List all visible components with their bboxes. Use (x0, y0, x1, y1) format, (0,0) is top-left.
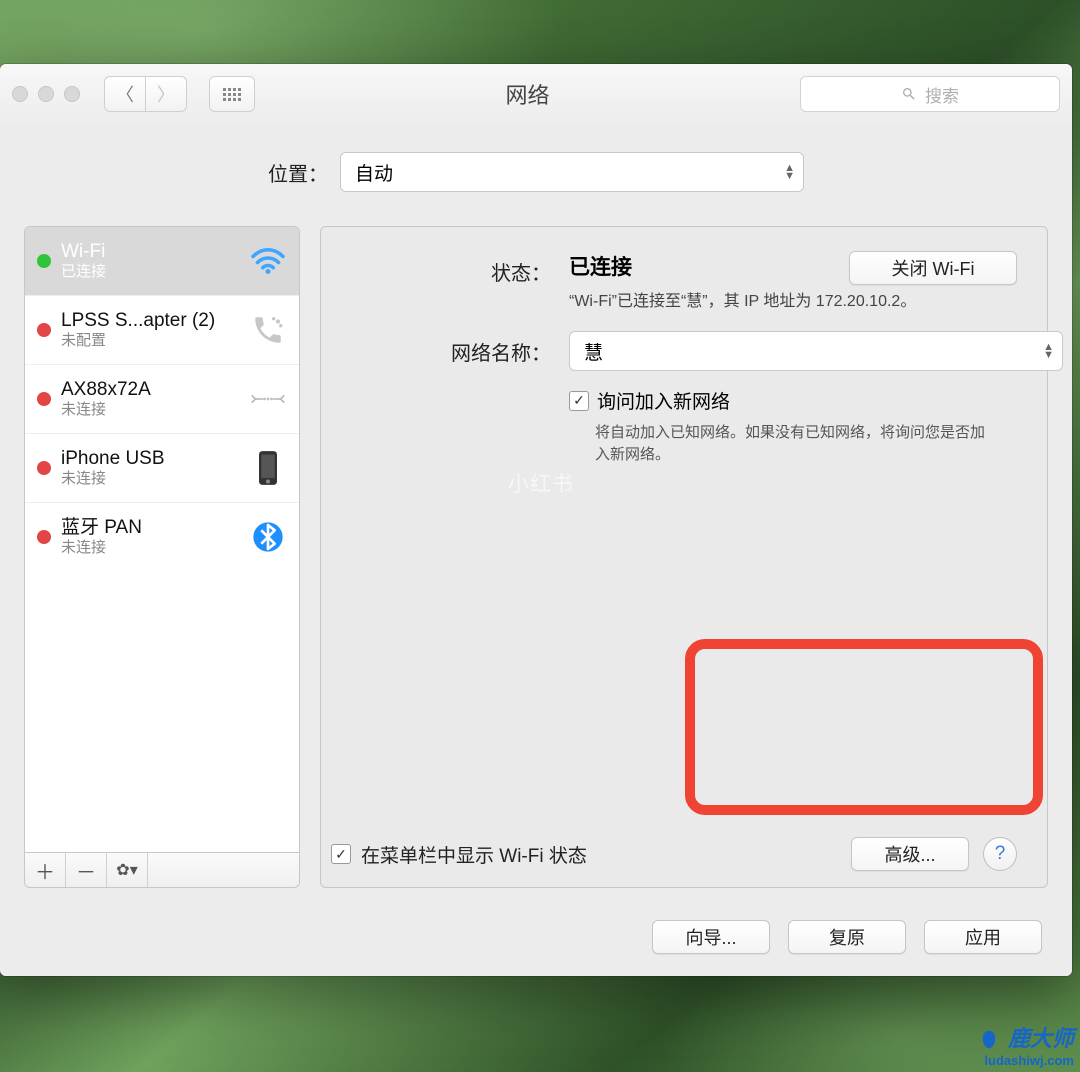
search-placeholder: 搜索 (925, 82, 959, 107)
interface-sidebar: Wi-Fi 已连接 LPSS S...apter (2) 未配置 (24, 226, 300, 888)
status-dot-error-icon (37, 392, 51, 406)
interface-item-lpss[interactable]: LPSS S...apter (2) 未配置 (25, 296, 299, 365)
phone-icon (249, 311, 287, 349)
interface-status: 已连接 (61, 263, 239, 280)
deer-icon (974, 1022, 1004, 1052)
network-name-row: 网络名称： 慧 ▲▼ ✓ 询问加入新网络 将自动加入已知网络。如果没有已知网络，… (351, 331, 1017, 466)
close-window-button[interactable] (12, 86, 28, 102)
grid-icon (223, 88, 241, 101)
interface-item-bluetooth-pan[interactable]: 蓝牙 PAN 未连接 (25, 503, 299, 571)
interface-name: 蓝牙 PAN (61, 517, 239, 539)
apply-button[interactable]: 应用 (924, 920, 1042, 954)
interface-status: 未配置 (61, 332, 239, 349)
show-in-menubar-checkbox[interactable]: ✓ (331, 844, 351, 864)
interface-status: 未连接 (61, 470, 239, 487)
location-value: 自动 (355, 159, 393, 186)
brand-url: ludashiwj.com (984, 1053, 1074, 1068)
status-value: 已连接 (569, 256, 632, 279)
status-dot-error-icon (37, 323, 51, 337)
status-description: “Wi-Fi”已连接至“慧”，其 IP 地址为 172.20.10.2。 (569, 291, 989, 313)
brand-badge: 鹿大师 ludashiwj.com (948, 1012, 1080, 1072)
brand-name: 鹿大师 (1008, 1021, 1074, 1053)
annotation-highlight-box (685, 639, 1043, 815)
search-icon (901, 86, 917, 102)
status-label: 状态： (351, 251, 569, 286)
forward-button[interactable]: 〉 (146, 76, 187, 112)
titlebar: 〈 〉 网络 搜索 (0, 64, 1072, 125)
footer-buttons: 向导... 复原 应用 (652, 920, 1042, 954)
select-arrows-icon: ▲▼ (784, 164, 795, 180)
location-row: 位置： 自动 ▲▼ (0, 124, 1072, 210)
window-controls (12, 86, 80, 102)
detail-panel: 状态： 已连接 关闭 Wi-Fi “Wi-Fi”已连接至“慧”，其 IP 地址为… (320, 226, 1048, 888)
interface-list: Wi-Fi 已连接 LPSS S...apter (2) 未配置 (24, 226, 300, 853)
network-name-label: 网络名称： (351, 331, 569, 366)
interface-name: iPhone USB (61, 448, 239, 470)
question-mark-icon: ? (995, 843, 1006, 865)
nav-buttons: 〈 〉 (104, 76, 187, 112)
search-input[interactable]: 搜索 (800, 76, 1060, 112)
show-in-menubar-label: 在菜单栏中显示 Wi-Fi 状态 (361, 841, 587, 868)
interface-item-wifi[interactable]: Wi-Fi 已连接 (25, 227, 299, 296)
watermark-text: 小红书 (508, 468, 574, 498)
interface-status: 未连接 (61, 401, 239, 418)
advanced-button[interactable]: 高级... (851, 837, 969, 871)
show-in-menubar-row: ✓ 在菜单栏中显示 Wi-Fi 状态 (331, 841, 587, 868)
add-interface-button[interactable]: ＋ (25, 853, 66, 887)
network-name-select[interactable]: 慧 ▲▼ (569, 331, 1063, 371)
detail-bottom-bar: ✓ 在菜单栏中显示 Wi-Fi 状态 高级... ? (321, 821, 1047, 887)
interface-status: 未连接 (61, 539, 239, 556)
gear-icon: ✿▾ (116, 860, 137, 880)
status-dot-error-icon (37, 530, 51, 544)
iphone-icon (249, 449, 287, 487)
minimize-window-button[interactable] (38, 86, 54, 102)
chevron-right-icon: 〉 (157, 81, 175, 107)
interface-name: LPSS S...apter (2) (61, 310, 239, 332)
select-arrows-icon: ▲▼ (1043, 343, 1054, 359)
main-area: Wi-Fi 已连接 LPSS S...apter (2) 未配置 (24, 226, 1048, 888)
interface-item-iphone-usb[interactable]: iPhone USB 未连接 (25, 434, 299, 503)
location-label: 位置： (268, 158, 328, 187)
interface-name: Wi-Fi (61, 241, 239, 263)
interface-item-ax88[interactable]: AX88x72A 未连接 (25, 365, 299, 434)
back-button[interactable]: 〈 (104, 76, 146, 112)
window-title: 网络 (265, 78, 790, 110)
interface-name: AX88x72A (61, 379, 239, 401)
location-select[interactable]: 自动 ▲▼ (340, 152, 804, 192)
ethernet-icon (249, 380, 287, 418)
wifi-icon (249, 242, 287, 280)
network-preferences-window: 〈 〉 网络 搜索 位置： 自动 ▲▼ (0, 64, 1072, 976)
revert-button[interactable]: 复原 (788, 920, 906, 954)
interface-list-toolbar: ＋ － ✿▾ (24, 853, 300, 888)
zoom-window-button[interactable] (64, 86, 80, 102)
remove-interface-button[interactable]: － (66, 853, 107, 887)
turn-off-wifi-button[interactable]: 关闭 Wi-Fi (849, 251, 1017, 285)
help-button[interactable]: ? (983, 837, 1017, 871)
status-row: 状态： 已连接 关闭 Wi-Fi “Wi-Fi”已连接至“慧”，其 IP 地址为… (351, 251, 1017, 313)
ask-to-join-label: 询问加入新网络 (597, 387, 730, 414)
status-dot-connected-icon (37, 254, 51, 268)
window-body: 位置： 自动 ▲▼ Wi-Fi 已连接 (0, 124, 1072, 976)
status-dot-error-icon (37, 461, 51, 475)
show-all-button[interactable] (209, 76, 255, 112)
network-name-value: 慧 (584, 338, 603, 365)
interface-actions-button[interactable]: ✿▾ (107, 853, 148, 887)
ask-to-join-checkbox[interactable]: ✓ (569, 391, 589, 411)
ask-to-join-description: 将自动加入已知网络。如果没有已知网络，将询问您是否加入新网络。 (595, 422, 995, 466)
chevron-left-icon: 〈 (116, 81, 134, 107)
ask-to-join-row: ✓ 询问加入新网络 (569, 387, 1017, 414)
bluetooth-icon (249, 518, 287, 556)
wizard-button[interactable]: 向导... (652, 920, 770, 954)
